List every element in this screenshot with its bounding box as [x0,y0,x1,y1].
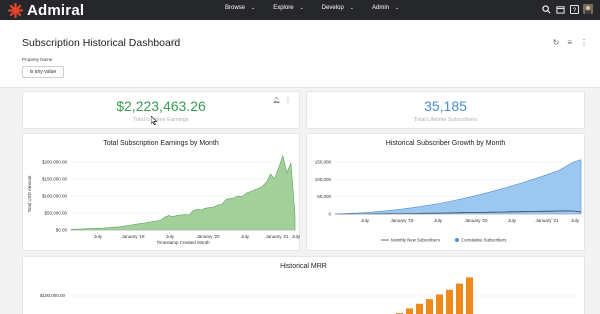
filter-icon[interactable]: ≡ [567,38,572,47]
mrr-bar [466,277,473,314]
x-tick-label: January '19 [390,218,414,223]
nav-develop[interactable]: Develop ⌄ [322,5,354,11]
legend-dot-icon [455,238,459,242]
help-icon[interactable]: ? [569,4,579,14]
app-name: Admiral [27,2,85,19]
svg-text:?: ? [572,6,576,13]
kpi-earnings-caption: Total Lifetime Earnings [133,117,189,123]
y-axis-title: Total USD Amount [27,175,32,213]
chevron-down-icon: ⌄ [251,5,256,11]
tile-actions: 🔔︎ ⋮ [267,97,291,104]
y-tick-label: $150,000.00 [42,177,68,182]
legend-cumulative: Cumulative Subscribers [461,238,506,243]
earnings-area-series [70,154,296,231]
y-tick-label: $100,000.00 [42,194,68,199]
nav-develop-label: Develop [321,5,344,11]
x-tick-label: July [94,234,103,239]
x-tick-label: January '19 [121,234,145,239]
user-avatar[interactable] [583,4,593,14]
kpi-tile-subscribers: 35,185 Total Lifetime Subscribers [306,91,585,129]
mouse-cursor-icon [151,116,158,125]
x-tick-label: July [292,234,301,239]
dashboard-actions: ↻ ≡ ⋮ [545,38,588,47]
mrr-bar [426,299,433,314]
legend-monthly-new: Monthly New Subscribers [391,238,440,243]
x-axis-title: Timestamp Created Month [156,240,210,245]
filter-label: Property Name [22,57,53,62]
y-tick-label: $0.00 [56,228,68,233]
x-tick-label: July [361,218,370,223]
kpi-tile-earnings: $2,223,463.26 Total Lifetime Earnings 🔔︎… [22,91,300,129]
y-tick-label: 0 [328,212,331,217]
top-icons: ? [537,4,593,14]
y-tick-label: $50,000.00 [44,211,67,216]
earnings-chart: $200,000.00 $150,000.00 $100,000.00 $50,000… [27,154,301,245]
dashboard-title: Subscription Historical Dashboard [22,37,181,49]
y-tick-label: 50,000 [317,194,331,199]
refresh-icon[interactable]: ↻ [553,38,560,47]
chevron-down-icon: ⌄ [299,5,304,11]
mrr-bar [416,303,423,314]
bell-icon[interactable]: 🔔︎ [272,97,280,104]
y-tick-label: 150,000 [315,160,332,165]
admiral-logo-icon [8,3,23,18]
property-name-filter[interactable]: is any value [22,66,64,78]
x-tick-label: July [571,218,580,223]
nav-browse[interactable]: Browse ⌄ [225,5,255,11]
calendar-icon[interactable] [555,4,565,14]
mrr-chart: $100,000.00 [40,277,579,314]
mrr-chart-tile: Historical MRR $100,000.00 [22,256,585,314]
nav-explore-label: Explore [273,5,294,11]
chevron-down-icon: ⌄ [349,5,354,11]
cumulative-subscribers-area [334,159,582,215]
x-tick-label: January '21 [535,218,559,223]
more-options-icon[interactable]: ⋮ [580,38,588,47]
mrr-bar [456,283,463,314]
chevron-down-icon: ⌄ [395,5,400,11]
nav-admin[interactable]: Admin ⌄ [372,5,399,11]
dashboard-header: Subscription Historical Dashboard ♡ ↻ ≡ … [0,20,600,88]
x-tick-label: January '21 [265,234,289,239]
y-tick-label: $100,000.00 [40,293,66,298]
mrr-bar [406,308,413,314]
y-tick-label: 100,000 [315,177,332,182]
earnings-chart-tile: Total Subscription Earnings by Month $20… [22,133,301,251]
mrr-bar [446,289,453,314]
search-icon[interactable] [541,4,551,14]
x-tick-label: July [508,218,517,223]
nav-browse-label: Browse [225,5,246,11]
main-nav: Browse ⌄ Explore ⌄ Develop ⌄ Admin ⌄ [225,5,417,11]
subscriber-chart: 150,000 100,000 50,000 0 July January '19 July… [315,159,582,243]
mrr-bar [436,294,443,314]
x-tick-label: January '20 [196,234,220,239]
kpi-subscribers-value: 35,185 [424,98,467,114]
y-tick-label: $200,000.00 [42,160,68,165]
kpi-subscribers-caption: Total Lifetime Subscribers [414,117,477,123]
nav-admin-label: Admin [371,5,389,11]
nav-explore[interactable]: Explore ⌄ [273,5,304,11]
x-tick-label: January '20 [464,218,488,223]
x-tick-label: July [434,218,443,223]
top-navbar: Admiral Browse ⌄ Explore ⌄ Develop ⌄ Admin ⌄… [0,0,600,20]
x-tick-label: July [166,234,175,239]
more-options-icon[interactable]: ⋮ [285,97,291,104]
x-tick-label: July [241,234,250,239]
subscriber-chart-tile: Historical Subscriber Growth by Month 15… [306,133,585,251]
app-logo[interactable]: Admiral [8,2,84,19]
heart-icon[interactable]: ♡ [171,38,178,47]
kpi-earnings-value: $2,223,463.26 [116,98,206,114]
